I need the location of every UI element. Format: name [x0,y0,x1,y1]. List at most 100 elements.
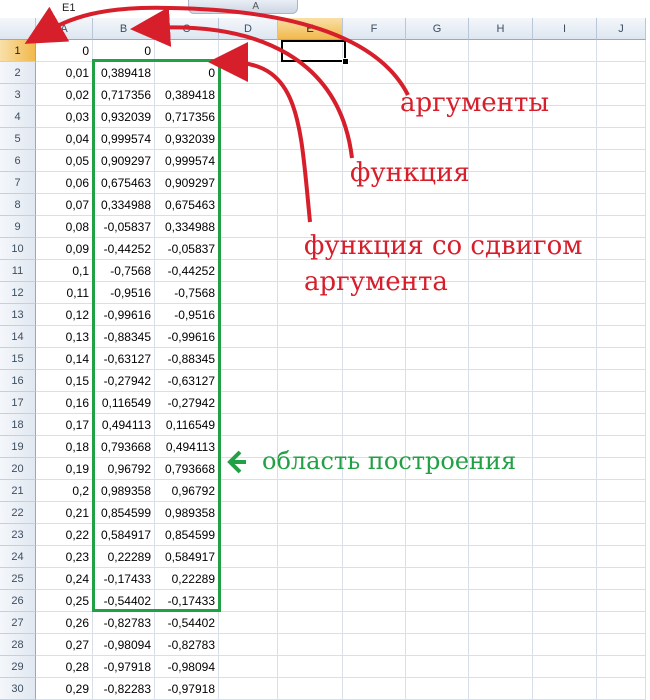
cell-e30[interactable] [278,678,343,700]
cell-c20[interactable]: 0,793668 [155,458,219,480]
cell-e5[interactable] [278,128,343,150]
cell-i14[interactable] [533,326,597,348]
cell-b3[interactable]: 0,717356 [93,84,155,106]
cell-d9[interactable] [219,216,278,238]
cell-i12[interactable] [533,282,597,304]
cell-a12[interactable]: 0,11 [36,282,93,304]
cell-j1[interactable] [597,40,646,62]
cell-d14[interactable] [219,326,278,348]
cell-c9[interactable]: 0,334988 [155,216,219,238]
cell-d3[interactable] [219,84,278,106]
cell-a29[interactable]: 0,28 [36,656,93,678]
cell-a8[interactable]: 0,07 [36,194,93,216]
cell-g21[interactable] [406,480,469,502]
cell-i5[interactable] [533,128,597,150]
cell-j28[interactable] [597,634,646,656]
cell-j16[interactable] [597,370,646,392]
cell-e29[interactable] [278,656,343,678]
cell-e21[interactable] [278,480,343,502]
cell-d11[interactable] [219,260,278,282]
row-header[interactable]: 22 [0,502,36,524]
cell-f25[interactable] [343,568,406,590]
name-box[interactable]: E1 [0,0,138,16]
row-header[interactable]: 16 [0,370,36,392]
fill-handle[interactable] [342,58,349,65]
cell-f14[interactable] [343,326,406,348]
cell-b16[interactable]: -0,27942 [93,370,155,392]
cell-e15[interactable] [278,348,343,370]
cell-d22[interactable] [219,502,278,524]
cell-c18[interactable]: 0,116549 [155,414,219,436]
cell-h14[interactable] [469,326,533,348]
cell-i2[interactable] [533,62,597,84]
cell-j9[interactable] [597,216,646,238]
cell-b5[interactable]: 0,999574 [93,128,155,150]
cell-c22[interactable]: 0,989358 [155,502,219,524]
cell-c23[interactable]: 0,854599 [155,524,219,546]
cell-g26[interactable] [406,590,469,612]
cell-d5[interactable] [219,128,278,150]
cell-e26[interactable] [278,590,343,612]
cell-f27[interactable] [343,612,406,634]
row-header[interactable]: 2 [0,62,36,84]
cell-h25[interactable] [469,568,533,590]
cell-f29[interactable] [343,656,406,678]
cell-e23[interactable] [278,524,343,546]
row-header[interactable]: 25 [0,568,36,590]
cell-j11[interactable] [597,260,646,282]
cell-f18[interactable] [343,414,406,436]
cell-h27[interactable] [469,612,533,634]
cell-b28[interactable]: -0,98094 [93,634,155,656]
cell-b18[interactable]: 0,494113 [93,414,155,436]
row-header[interactable]: 5 [0,128,36,150]
row-header[interactable]: 3 [0,84,36,106]
row-header[interactable]: 15 [0,348,36,370]
cell-i19[interactable] [533,436,597,458]
cell-h8[interactable] [469,194,533,216]
column-header-j[interactable]: J [597,18,646,40]
cell-c25[interactable]: 0,22289 [155,568,219,590]
cell-i23[interactable] [533,524,597,546]
cell-f13[interactable] [343,304,406,326]
cell-b6[interactable]: 0,909297 [93,150,155,172]
row-header[interactable]: 6 [0,150,36,172]
cell-g24[interactable] [406,546,469,568]
cell-j8[interactable] [597,194,646,216]
cell-h21[interactable] [469,480,533,502]
cell-g13[interactable] [406,304,469,326]
cell-a14[interactable]: 0,13 [36,326,93,348]
cell-g22[interactable] [406,502,469,524]
cell-h15[interactable] [469,348,533,370]
cell-h5[interactable] [469,128,533,150]
cell-g2[interactable] [406,62,469,84]
cell-d27[interactable] [219,612,278,634]
row-header[interactable]: 23 [0,524,36,546]
cell-a13[interactable]: 0,12 [36,304,93,326]
cell-a17[interactable]: 0,16 [36,392,93,414]
cell-j30[interactable] [597,678,646,700]
cell-h24[interactable] [469,546,533,568]
row-header[interactable]: 7 [0,172,36,194]
cell-c29[interactable]: -0,98094 [155,656,219,678]
cell-i22[interactable] [533,502,597,524]
cell-i20[interactable] [533,458,597,480]
cell-c13[interactable]: -0,9516 [155,304,219,326]
cell-g23[interactable] [406,524,469,546]
column-header-h[interactable]: H [469,18,533,40]
cell-e7[interactable] [278,172,343,194]
cell-f22[interactable] [343,502,406,524]
cell-a2[interactable]: 0,01 [36,62,93,84]
cell-d25[interactable] [219,568,278,590]
cell-i26[interactable] [533,590,597,612]
cell-g16[interactable] [406,370,469,392]
row-header[interactable]: 9 [0,216,36,238]
cell-g25[interactable] [406,568,469,590]
cell-d4[interactable] [219,106,278,128]
cell-g15[interactable] [406,348,469,370]
cell-d21[interactable] [219,480,278,502]
cell-d29[interactable] [219,656,278,678]
cell-a22[interactable]: 0,21 [36,502,93,524]
cell-i11[interactable] [533,260,597,282]
column-header-c[interactable]: C [155,18,219,40]
cell-d6[interactable] [219,150,278,172]
